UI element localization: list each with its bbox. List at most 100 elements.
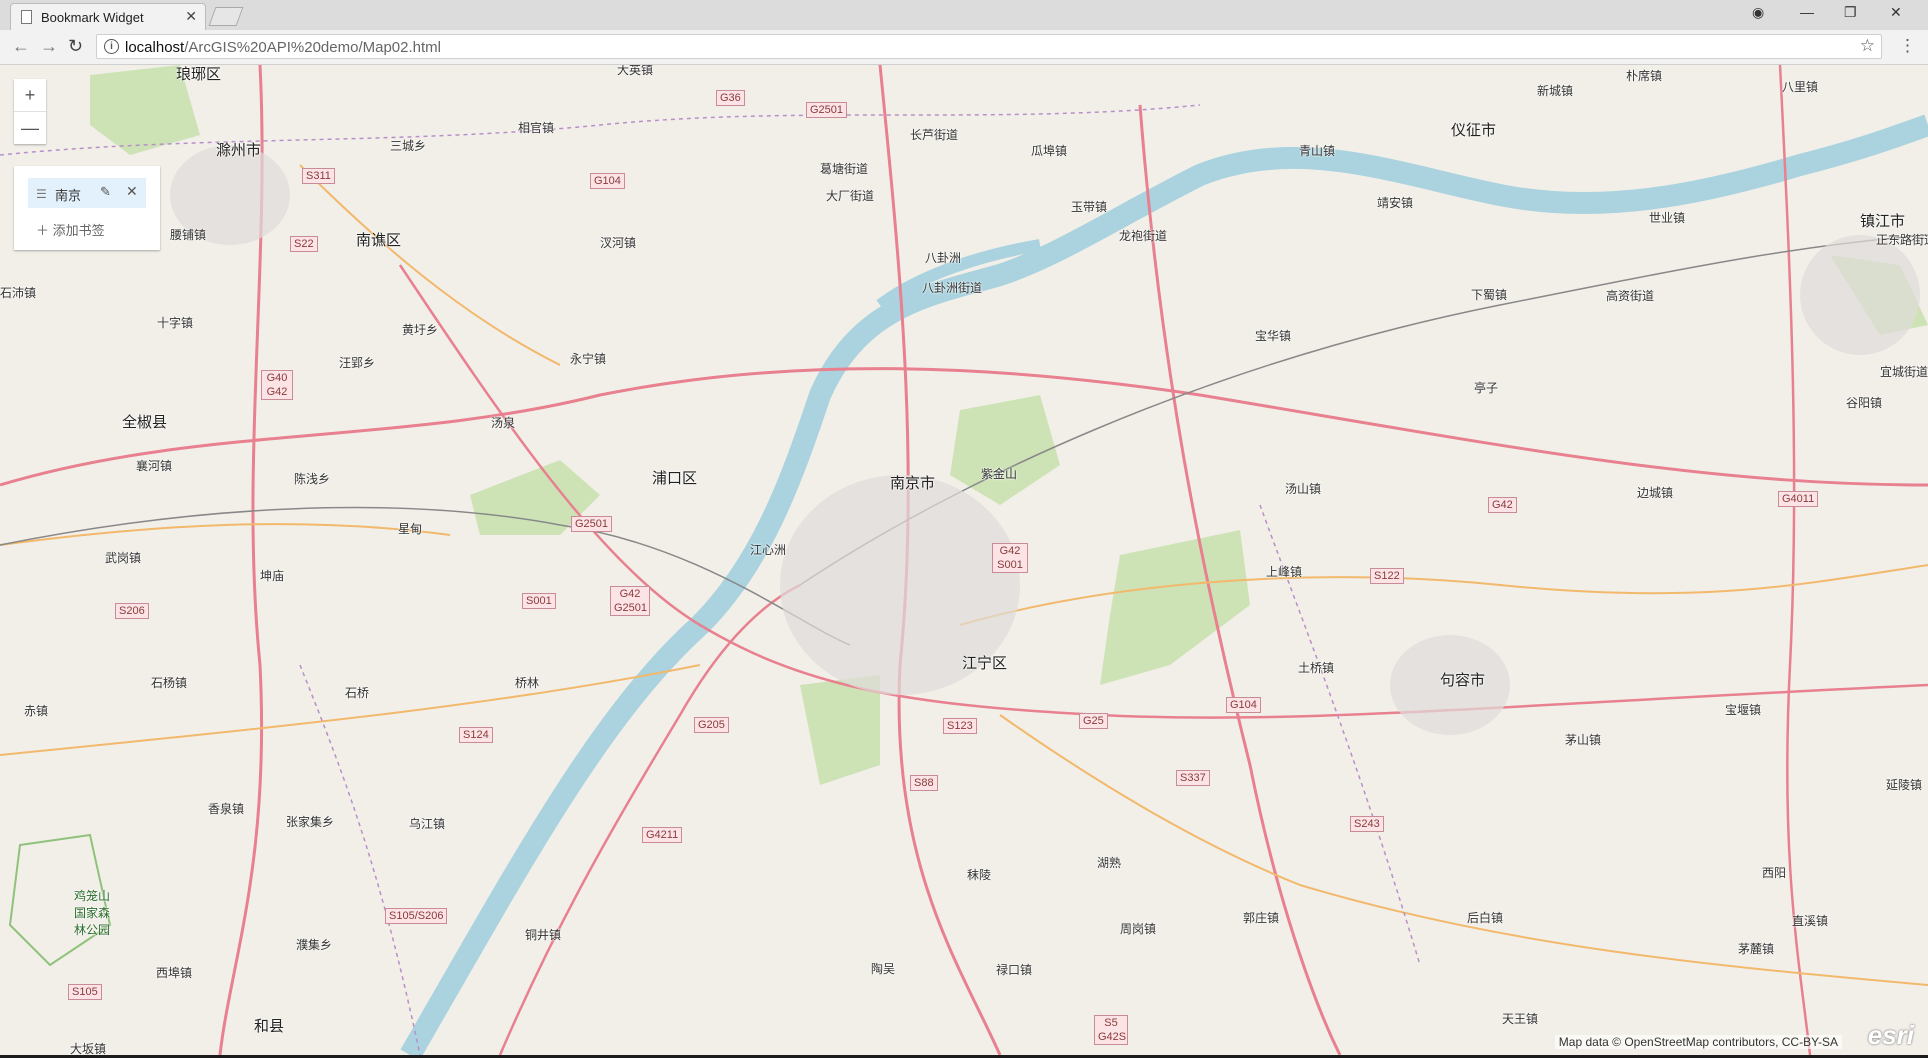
road-shield: S122 [1370,568,1404,584]
place-label: 八卦洲街道 [922,281,983,295]
bookmark-name[interactable]: 南京 [55,185,81,204]
place-label: 宜城街道 [1880,365,1928,379]
place-label: 襄河镇 [136,459,173,473]
place-label: 长芦街道 [910,128,959,142]
zoom-control: + — [14,79,46,144]
minimize-icon[interactable]: — [1800,4,1814,20]
bookmark-star-icon[interactable]: ☆ [1860,36,1875,56]
place-label: 天王镇 [1502,1012,1539,1026]
url-text[interactable]: localhost/ArcGIS%20API%20demo/Map02.html [125,39,441,56]
road-shield: S5 G42S [1094,1015,1128,1045]
road-shield: G205 [694,717,729,733]
place-label: 靖安镇 [1377,196,1414,210]
road-shield: S124 [459,727,493,743]
place-label: 仪征市 [1451,122,1497,139]
road-shield: S337 [1176,770,1210,786]
tab-strip: Bookmark Widget ✕ ◉ — ❐ ✕ [0,0,1928,30]
road-shield: S001 [522,593,556,609]
place-label: 下蜀镇 [1471,288,1508,302]
place-label: 陈浅乡 [294,472,331,486]
place-label: 紫金山 [981,467,1018,481]
place-label: 上峰镇 [1266,565,1303,579]
place-label: 汪郢乡 [339,356,376,370]
place-label: 浦口区 [652,470,698,487]
place-label: 坤庙 [260,569,285,583]
place-label: 桥林 [515,676,540,690]
place-label: 禄口镇 [996,963,1033,977]
place-label: 青山镇 [1299,144,1336,158]
place-label: 濮集乡 [296,938,333,952]
profile-icon[interactable]: ◉ [1752,4,1764,21]
place-label: 茅山镇 [1565,733,1602,747]
info-icon[interactable]: i [104,39,119,54]
tab-close-icon[interactable]: ✕ [185,8,197,25]
esri-logo: esri [1867,1020,1914,1050]
place-label: 三城乡 [390,139,427,153]
place-label: 茅麓镇 [1738,942,1775,956]
place-label: 高资街道 [1606,289,1655,303]
place-label: 石杨镇 [151,676,188,690]
place-label: 宝华镇 [1255,329,1292,343]
road-shield: G42 G2501 [610,586,650,616]
place-label: 延陵镇 [1886,778,1923,792]
place-label: 亭子 [1474,381,1499,395]
place-label: 大英镇 [617,65,654,77]
forward-icon[interactable]: → [40,36,58,57]
road-shield: G25 [1079,713,1108,729]
place-label: 腰铺镇 [170,228,207,242]
place-label: 铜井镇 [525,928,562,942]
place-label: 大坂镇 [70,1042,107,1055]
zoom-out-button[interactable]: — [14,112,46,144]
new-tab-button[interactable] [208,7,244,26]
document-icon [21,10,32,24]
edit-icon[interactable]: ✎ [100,184,111,200]
road-shield: G2501 [571,516,613,532]
place-label: 武岗镇 [105,551,142,565]
address-bar[interactable]: i localhost/ArcGIS%20API%20demo/Map02.ht… [96,34,1882,59]
place-label: 相官镇 [518,121,555,135]
zoom-in-button[interactable]: + [14,79,46,112]
place-label: 汤山镇 [1285,482,1322,496]
place-label: 和县 [254,1018,285,1035]
place-label: 香泉镇 [208,802,245,816]
back-icon[interactable]: ← [12,36,30,57]
place-label: 后白镇 [1467,911,1504,925]
place-label: 江宁区 [962,655,1008,672]
place-label: 南谯区 [356,232,402,249]
place-label: 大厂街道 [826,189,875,203]
drag-handle-icon[interactable]: ☰ [36,187,47,201]
menu-icon[interactable]: ⋮ [1899,36,1916,56]
reload-icon[interactable]: ↻ [68,36,83,57]
bookmark-item[interactable]: ☰ 南京 ✎ ✕ [28,178,146,208]
place-label: 十字镇 [157,316,194,330]
close-icon[interactable]: ✕ [126,183,138,200]
map-view[interactable]: 琅琊区 滁州市 南谯区 全椒县 浦口区 南京市 江宁区 仪征市 镇江市 句容市 … [0,65,1928,1055]
road-shield: S105/S206 [385,908,448,924]
place-label: 全椒县 [122,414,168,431]
road-shield: G36 [716,90,745,106]
road-shield: G2501 [806,102,848,118]
place-label: 镇江市 [1860,213,1906,230]
place-label: 葛塘街道 [820,162,869,176]
road-shield: S123 [943,718,977,734]
place-label: 句容市 [1440,672,1486,689]
place-label: 八卦洲 [925,251,962,265]
place-label: 永宁镇 [570,352,607,366]
browser-tab[interactable]: Bookmark Widget ✕ [10,3,206,30]
window-close-icon[interactable]: ✕ [1890,4,1902,21]
road-shield: S243 [1350,816,1384,832]
place-label: 瓜埠镇 [1031,144,1068,158]
place-label: 龙袍街道 [1119,229,1168,243]
road-shield: G4011 [1778,491,1819,507]
place-label: 朴席镇 [1626,69,1663,83]
road-shield: G104 [1226,697,1261,713]
add-bookmark-button[interactable]: ＋ 添加书签 [36,220,105,239]
bookmark-widget: ☰ 南京 ✎ ✕ ＋ 添加书签 [14,166,160,250]
place-label: 西埠镇 [156,966,193,980]
place-label: 鸡笼山国家森林公园 [74,889,111,937]
place-label: 南京市 [890,475,936,492]
road-shield: G42 [1488,497,1517,513]
maximize-icon[interactable]: ❐ [1844,4,1857,21]
tab-title: Bookmark Widget [41,10,144,25]
place-label: 西阳 [1762,866,1787,880]
